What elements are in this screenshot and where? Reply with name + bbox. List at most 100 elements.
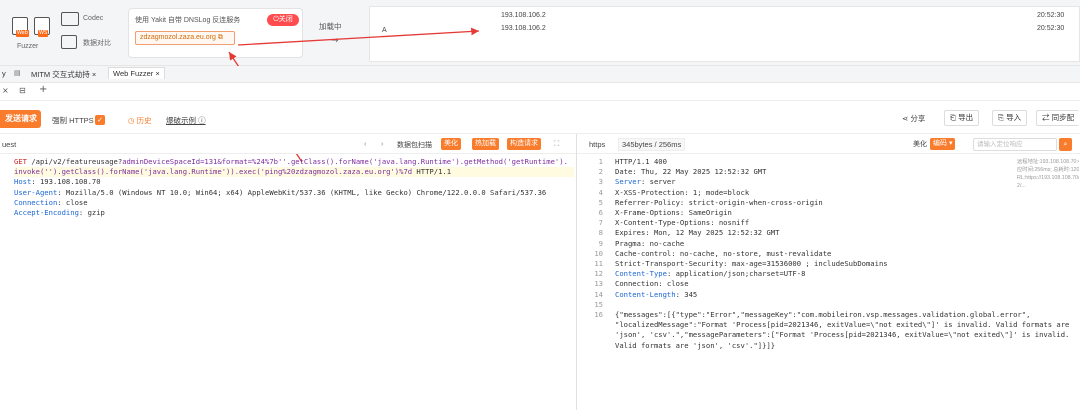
code-token: : application/json;charset=UTF-8	[666, 269, 806, 279]
sync-button[interactable]: ⇄ 同步配	[1036, 110, 1080, 126]
code-token: HTTP/1.1 400	[615, 157, 667, 166]
code-token: : close	[57, 197, 88, 207]
mitm-icon: ▤	[14, 69, 21, 77]
pane-divider[interactable]	[576, 134, 577, 410]
response-info-line: RL:https://193.108.108.70/api/v	[1017, 175, 1079, 181]
code-token: X-Frame-Options: SameOrigin	[615, 208, 732, 218]
share-icon: ⋖	[902, 114, 909, 123]
code-token: Valid formats are 'json', 'csv'."]}]}	[615, 340, 776, 350]
close-icon[interactable]: ×	[92, 70, 96, 79]
protocol-label: https	[589, 140, 606, 149]
code-line: {"messages":[{"type":"Error","messageKey…	[615, 310, 1030, 320]
close-icon[interactable]: ×	[2, 86, 9, 95]
force-https-checkbox[interactable]: ✓	[95, 115, 105, 125]
code-token: Server	[615, 177, 641, 187]
code-line: X-XSS-Protection: 1; mode=block	[615, 188, 1015, 198]
code-token: Accept-Encoding	[14, 208, 79, 218]
line-number: 3	[598, 177, 603, 187]
line-number	[583, 320, 603, 330]
line-number	[583, 330, 603, 340]
expand-icon[interactable]: ⛶	[554, 139, 559, 149]
code-line: Date: Thu, 22 May 2025 12:52:32 GMT	[615, 167, 1015, 177]
clock-icon: ◷	[128, 116, 135, 125]
code-line: Host: 193.108.108.70	[14, 177, 574, 187]
tab-partial[interactable]: y	[2, 69, 6, 78]
add-tab-icon[interactable]: +	[39, 84, 47, 95]
code-token: Referrer-Policy: strict-origin-when-cros…	[615, 197, 823, 207]
request-editor[interactable]: GET /api/v2/featureusage?adminDeviceSpac…	[14, 157, 574, 218]
response-info-line: 2/...	[1017, 183, 1026, 189]
response-editor[interactable]: HTTP/1.1 400 Date: Thu, 22 May 2025 12:52…	[615, 157, 1069, 351]
code-token: Expires: Mon, 12 May 2025 12:52:32 GMT	[615, 228, 780, 238]
tab-web-fuzzer[interactable]: Web Fuzzer ×	[108, 67, 165, 79]
code-line: Connection: close	[615, 279, 1015, 289]
response-info-line: 应时间:256ms; 总耗时:1201ms;	[1017, 167, 1079, 173]
code-line: Content-Type: application/json;charset=U…	[615, 269, 1015, 279]
tab-mitm[interactable]: MITM 交互式劫持 ×	[31, 69, 96, 80]
save-icon[interactable]: ⊟	[19, 86, 26, 95]
code-line: GET /api/v2/featureusage?adminDeviceSpac…	[14, 157, 574, 167]
code-token: Connection	[14, 197, 58, 207]
code-line: Cache-control: no-cache, no-store, must-…	[615, 249, 1015, 259]
code-token: Host	[14, 177, 32, 187]
import-button[interactable]: ⎘ 导入	[992, 110, 1028, 126]
code-token: 'json', 'csv'.","messageParameters":["Fo…	[615, 330, 1070, 340]
code-token: : server	[640, 177, 676, 187]
code-token: GET	[14, 157, 32, 166]
hot-load-button[interactable]: 热加载	[472, 138, 499, 150]
request-title: uest	[2, 140, 17, 149]
line-number: 8	[598, 228, 603, 238]
search-icon[interactable]: ⌕	[1059, 138, 1072, 151]
code-token: Strict-Transport-Security: max-age=31536…	[615, 259, 888, 269]
force-https-label: 强制 HTTPS	[52, 116, 94, 125]
response-info-line: 远程地址:193.108.108.70:443; 响	[1017, 159, 1079, 165]
action-bar: 发送请求 强制 HTTPS ✓ ◷ 历史 爆破示例 ⓘ ⋖ 分享 ⎗ 导出 ⎘ …	[0, 101, 1080, 134]
line-number: 13	[594, 279, 603, 289]
response-search-input[interactable]: 请输入定位响应	[973, 138, 1057, 151]
code-line: X-Content-Type-Options: nosniff	[615, 218, 1015, 228]
export-button[interactable]: ⎗ 导出	[944, 110, 980, 126]
code-token: invoke('').getClass().forName('java.lang…	[14, 167, 413, 177]
request-header: uest ‹ › 数据包扫描 美化 热加载 构造请求 ⛶	[0, 134, 576, 154]
code-line: Valid formats are 'json', 'csv'."]}]}	[615, 341, 1015, 351]
chevron-down-icon: ▾	[948, 140, 953, 147]
line-number: 9	[598, 238, 603, 248]
code-token: : Mozilla/5.0 (Windows NT 10.0; Win64; x…	[57, 187, 547, 197]
response-beautify-button[interactable]: 美化	[913, 139, 927, 149]
example-link[interactable]: 爆破示例 ⓘ	[166, 115, 206, 126]
code-token: : gzip	[78, 208, 105, 218]
code-line: invoke('').getClass().forName('java.lang…	[14, 167, 574, 178]
line-number: 5	[598, 197, 603, 207]
chevron-left-icon[interactable]: ‹	[364, 139, 367, 148]
close-icon[interactable]: ×	[155, 69, 159, 78]
response-line-numbers: 1 2 3 4 5 6 7 8 9 10 11 12 13 14 15 16	[583, 157, 603, 351]
code-token: adminDeviceSpaceId=131&format=%24%7b''.g…	[122, 157, 568, 166]
code-line: Referrer-Policy: strict-origin-when-cros…	[615, 198, 1015, 208]
line-number: 7	[598, 218, 603, 228]
line-number: 2	[598, 167, 603, 177]
history-button[interactable]: ◷ 历史	[128, 115, 152, 126]
code-line: Server: server	[615, 177, 1015, 187]
send-request-button[interactable]: 发送请求	[0, 110, 41, 128]
code-line: "localizedMessage":"Format 'Process[pid=…	[615, 320, 1069, 330]
code-token: /api/v2/featureusage?	[31, 157, 123, 166]
line-number: 15	[594, 299, 603, 309]
import-icon: ⎘	[998, 113, 1004, 122]
code-line: Pragma: no-cache	[615, 239, 1015, 249]
line-number: 16	[594, 310, 603, 320]
code-token: HTTP/1.1	[412, 167, 452, 177]
encode-button[interactable]: 编码 ▾	[930, 138, 956, 150]
code-token: Connection: close	[615, 279, 689, 289]
scan-button[interactable]: 数据包扫描	[397, 140, 432, 150]
response-info-panel: 远程地址:193.108.108.70:443; 响应时间:256ms; 总耗时…	[1017, 158, 1079, 190]
line-number: 1	[598, 157, 603, 166]
share-button[interactable]: ⋖ 分享	[902, 113, 925, 124]
beautify-button[interactable]: 美化	[441, 138, 461, 150]
construct-button[interactable]: 构造请求	[507, 138, 541, 150]
line-number: 6	[598, 208, 603, 218]
code-line: Expires: Mon, 12 May 2025 12:52:32 GMT	[615, 228, 1015, 238]
export-icon: ⎗	[950, 113, 956, 122]
sync-icon: ⇄	[1042, 113, 1050, 122]
response-size: 345bytes / 256ms	[618, 138, 686, 151]
chevron-right-icon[interactable]: ›	[381, 139, 384, 148]
